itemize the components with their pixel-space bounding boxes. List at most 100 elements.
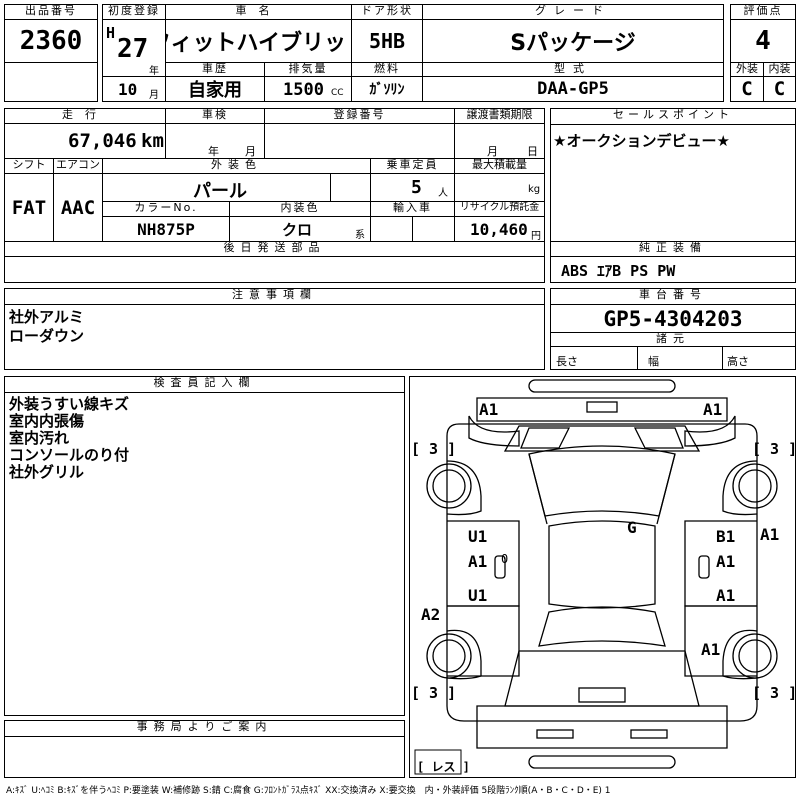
intcolor-unit: 系 [355, 230, 365, 241]
later-parts-label: 後日発送部品 [4, 241, 545, 257]
grille-right-shape [633, 427, 684, 449]
car-damage-diagram [414, 379, 778, 775]
mark-tire-fl: [ 3 ] [411, 440, 457, 458]
color-value: パール [193, 181, 247, 202]
history-value: 自家用 [165, 76, 265, 102]
fuel-label: 燃料 [351, 62, 423, 77]
caution-line: ローダウン [9, 327, 85, 345]
mirror-right [698, 555, 710, 579]
roof-shape [548, 520, 656, 609]
a-pillar-left [528, 453, 548, 525]
mark-front-left: A1 [479, 400, 499, 419]
shift-value: FAT [4, 173, 54, 242]
era-letter: H [106, 24, 116, 42]
lot-number: 2360 [4, 19, 98, 63]
chassis-number: GP5-4304203 [550, 304, 796, 333]
rear-lamp-left [536, 729, 574, 739]
color-label: 外装色 [102, 158, 371, 174]
import-box-right [412, 216, 455, 242]
colorno-label: カラーNo. [102, 201, 230, 217]
mark-tiny-0: 0 [501, 552, 509, 566]
transfer-label: 譲渡書類期限 [454, 108, 545, 124]
load-unit: kg [528, 184, 541, 195]
door-rear-left-shape [447, 605, 520, 677]
front-plate-shape [586, 401, 618, 413]
spec-label: 諸元 [550, 332, 796, 347]
mark-door-fr-bot: A1 [716, 552, 736, 571]
aircon-label: エアコン [53, 158, 103, 174]
mark-tire-rr: [ 3 ] [752, 684, 798, 702]
intcolor-value: クロ [282, 221, 313, 239]
inspection-label: 車検 [165, 108, 265, 124]
mark-spare: [ レス ] [417, 760, 470, 774]
mark-rear-right: A1 [701, 640, 721, 659]
score-value: 4 [730, 19, 796, 63]
inspection-month-unit: 月 [245, 145, 256, 158]
recycle-unit: 円 [531, 231, 541, 242]
door-label: ドア形状 [351, 4, 423, 20]
displacement-value: 1500 [283, 80, 324, 100]
inspection-year-unit: 年 [208, 145, 219, 158]
rear-bumper-shape [476, 705, 728, 749]
regno-label: 登録番号 [264, 108, 455, 124]
interior-grade: C [763, 76, 796, 102]
office-box [4, 736, 405, 778]
color-sub-box [330, 173, 371, 202]
front-bar-outline [528, 379, 676, 393]
exterior-label: 外装 [730, 62, 764, 77]
door-rear-right-shape [684, 605, 757, 677]
hood-shape [503, 425, 701, 452]
exterior-grade: C [730, 76, 764, 102]
history-label: 車歴 [165, 62, 265, 77]
mark-door-fl-top: U1 [468, 527, 488, 546]
capacity-unit: 人 [438, 188, 448, 199]
lot-label: 出品番号 [4, 4, 98, 20]
shift-label: シフト [4, 158, 54, 174]
year-unit: 年 [149, 66, 159, 77]
fuel-value: ｶﾞｿﾘﾝ [351, 76, 423, 102]
windshield-shape [528, 445, 676, 517]
load-label: 最大積載量 [454, 158, 545, 174]
inspector-line: 室内内張傷 [9, 412, 85, 430]
equipment-text: ABS ｴｱB PS PW [561, 262, 676, 280]
rear-plate-shape [578, 687, 626, 703]
inspector-lines: 外装うすい線キズ 室内内張傷 室内汚れ コンソールのり付 社外グリル [9, 396, 129, 481]
intcolor-label: 内装色 [229, 201, 371, 217]
mark-glass: G [627, 518, 637, 537]
trunk-shape [504, 650, 700, 707]
office-label: 事務局よりご案内 [4, 720, 405, 737]
aircon-value: AAC [53, 173, 103, 242]
mileage-label: 走行 [4, 108, 166, 124]
sales-point-label: セールスポイント [550, 108, 796, 125]
mark-door-rl: U1 [468, 586, 488, 605]
month-unit: 月 [149, 90, 159, 101]
door-value: 5HB [351, 19, 423, 63]
caution-lines: 社外アルミ ローダウン [9, 309, 84, 345]
chassis-label: 車台番号 [550, 288, 796, 305]
colorno-value: NH875P [102, 216, 230, 242]
displacement-unit: CC [331, 88, 344, 98]
type-value: DAA-GP5 [422, 76, 724, 102]
import-label: 輸入車 [370, 201, 455, 217]
inspector-line: 社外グリル [9, 463, 85, 481]
model-label: 車名 [165, 4, 352, 20]
mark-left-rear: A2 [421, 605, 441, 624]
transfer-month-unit: 月 [487, 145, 498, 158]
displacement-label: 排気量 [264, 62, 352, 77]
capacity-label: 乗車定員 [370, 158, 455, 174]
a-pillar-right [656, 453, 676, 525]
inspector-line: コンソールのり付 [9, 446, 130, 464]
model-name: フィットハイブリッド [165, 19, 352, 63]
spec-height-label: 高さ [727, 355, 749, 368]
registration-month: 10 [118, 80, 138, 99]
mark-tire-rl: [ 3 ] [411, 684, 457, 702]
mileage-unit: km [141, 130, 164, 152]
legend-text: A:ｷｽﾞ U:ﾍｺﾐ B:ｷｽﾞを伴うﾍｺﾐ P:要塗装 W:補修跡 S:錆 … [6, 786, 611, 796]
registration-label: 初度登録 [102, 4, 166, 20]
mark-door-fl-bot: A1 [468, 552, 488, 571]
rear-bar-outline [528, 755, 676, 769]
grade-value: Sパッケージ [422, 19, 724, 63]
sales-point-text: ★オークションデビュー★ [553, 132, 730, 150]
grille-left-shape [520, 427, 571, 449]
mark-door-fr-top: B1 [716, 527, 736, 546]
